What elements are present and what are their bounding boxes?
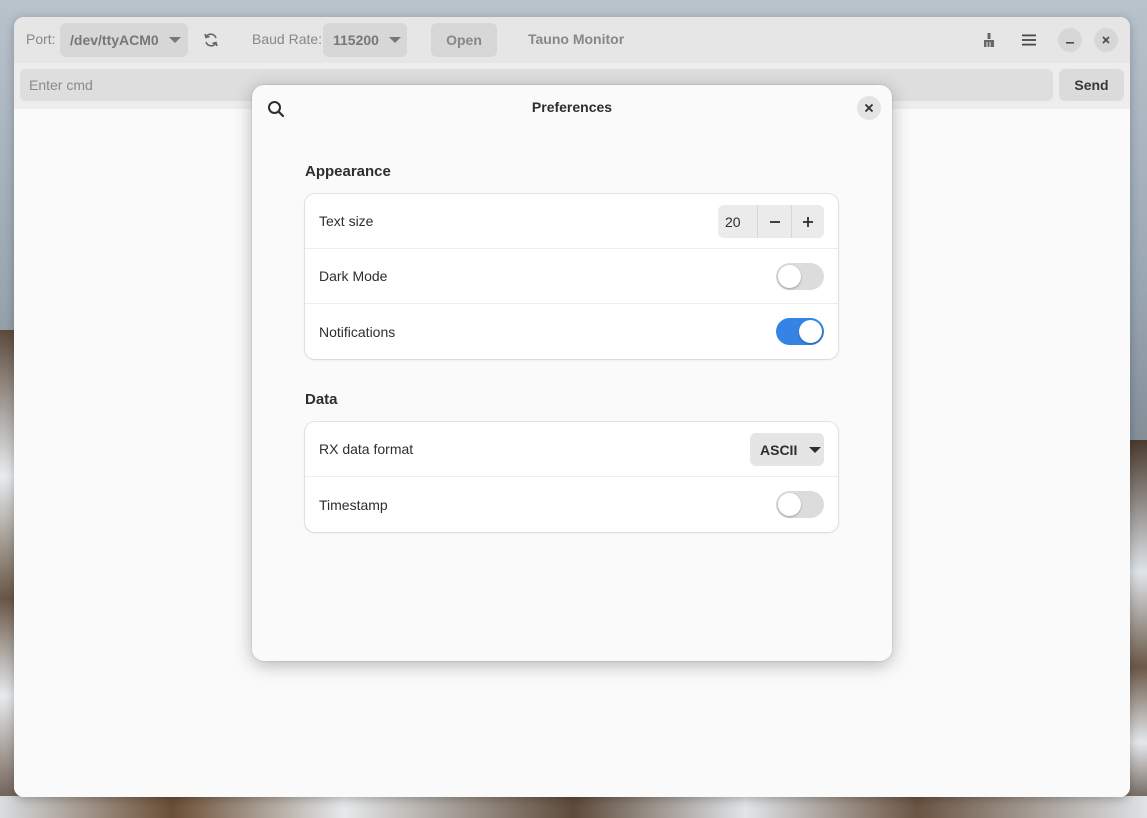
text-size-value[interactable]: 20 [718,205,758,238]
text-size-spinbutton[interactable]: 20 [718,205,824,238]
data-group: RX data format ASCII Timestamp [305,422,838,532]
timestamp-switch[interactable] [776,491,824,518]
switch-knob [778,493,801,516]
plus-icon [803,216,813,227]
dark-mode-switch[interactable] [776,263,824,290]
text-size-label: Text size [319,213,374,229]
dark-mode-label: Dark Mode [319,268,388,284]
timestamp-row: Timestamp [305,477,838,532]
dialog-close-button[interactable] [857,96,881,120]
text-size-row: Text size 20 [305,194,838,249]
appearance-group-title: Appearance [305,163,391,180]
notifications-row: Notifications [305,304,838,359]
data-group-title: Data [305,391,338,408]
rx-format-label: RX data format [319,441,414,457]
appearance-group: Text size 20 Dark Mode Notifications [305,194,838,359]
notifications-label: Notifications [319,323,396,340]
wallpaper-bottom [0,796,1147,818]
rx-format-row: RX data format ASCII [305,422,838,477]
notifications-switch[interactable] [776,318,824,345]
rx-format-value: ASCII [760,441,798,458]
close-icon [864,103,874,113]
rx-format-dropdown[interactable]: ASCII [750,433,824,466]
chevron-down-icon [809,446,822,453]
decrease-text-size-button[interactable] [758,205,791,238]
preferences-dialog: Preferences Appearance Text size 20 Dark… [252,85,892,661]
increase-text-size-button[interactable] [791,205,824,238]
minus-icon [769,220,780,223]
dialog-title: Preferences [531,99,613,115]
switch-knob [799,320,822,343]
switch-knob [778,265,801,288]
timestamp-label: Timestamp [319,496,388,513]
dark-mode-row: Dark Mode [305,249,838,304]
